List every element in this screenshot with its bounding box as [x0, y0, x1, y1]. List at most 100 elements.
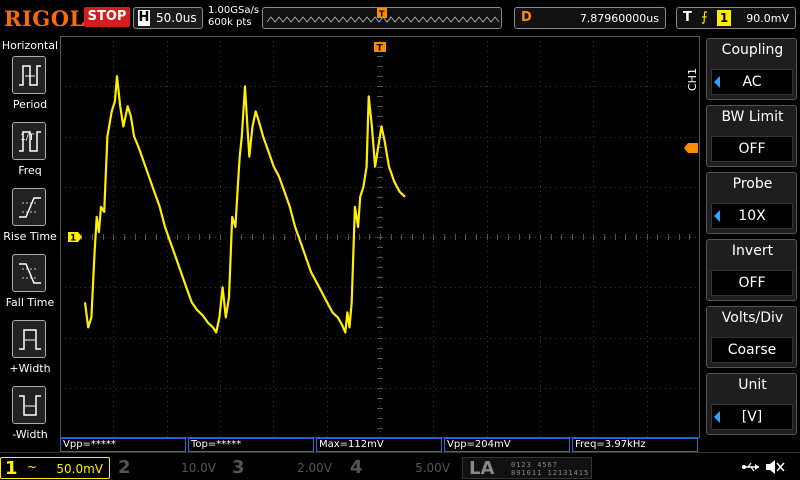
bw-limit-title: BW Limit: [721, 109, 784, 125]
select-arrow-icon: [714, 210, 720, 222]
svg-text:T: T: [379, 10, 385, 19]
trigger-box[interactable]: T ⨍ 1 90.0mV: [676, 7, 796, 29]
memory-trigger-marker-icon: T: [377, 8, 387, 19]
run-stop-status[interactable]: STOP: [84, 7, 130, 27]
bw-limit-menu-item[interactable]: BW Limit OFF: [706, 105, 797, 167]
coupling-value-text: AC: [742, 74, 762, 90]
rising-edge-icon: ⨍: [701, 10, 708, 25]
channel-scale: 10.0V: [181, 461, 216, 475]
trigger-level-marker-icon[interactable]: [684, 143, 698, 153]
freq-label: Freq: [18, 164, 42, 177]
timebase-value: 50.0us: [156, 11, 197, 25]
brand-logo: RIGOL: [4, 6, 85, 31]
channel-number: 1: [5, 458, 18, 479]
ch1-offset-marker-icon[interactable]: 1: [68, 232, 82, 244]
channel-number: 2: [118, 457, 131, 478]
unit-value-text: [V]: [741, 409, 763, 425]
channel-1-status[interactable]: 1 ~ 50.0mV: [0, 457, 110, 479]
trigger-position-label: T: [377, 44, 384, 54]
acquisition-info: 1.00GSa/s 600k pts: [208, 5, 259, 29]
measure-freq-button[interactable]: 1/T Freq: [0, 122, 60, 182]
channel-4-status[interactable]: 4 5.00V: [346, 457, 456, 479]
invert-menu-item[interactable]: Invert OFF: [706, 239, 797, 301]
volts-div-title: Volts/Div: [721, 310, 784, 326]
ac-coupling-icon: ~: [27, 460, 38, 474]
coupling-value: AC: [711, 69, 793, 95]
channel-scale: 2.00V: [297, 461, 332, 475]
probe-title: Probe: [732, 176, 773, 192]
rise-time-label: Rise Time: [3, 230, 57, 243]
delay-value: 7.87960000us: [579, 12, 659, 25]
trigger-level: 90.0mV: [746, 12, 789, 25]
horizontal-measure-menu: Horizontal Period 1/T Freq Rise Time Fal…: [0, 36, 60, 450]
probe-value-text: 10X: [738, 208, 766, 224]
bw-limit-value: OFF: [711, 136, 793, 162]
channel-3-status[interactable]: 3 2.00V: [228, 457, 338, 479]
memory-depth: 600k pts: [208, 17, 252, 28]
speaker-muted-icon[interactable]: [764, 459, 786, 475]
neg-width-label: -Width: [12, 428, 48, 441]
horizontal-label: H: [138, 10, 150, 26]
la-label: LA: [469, 458, 495, 479]
logic-analyzer-status[interactable]: LA 0123 4567 891011 12131415: [462, 457, 592, 479]
la-bits-row: 891011 12131415: [511, 469, 590, 477]
measure-rise-time-button[interactable]: Rise Time: [0, 188, 60, 248]
trigger-position-marker-icon[interactable]: T: [374, 42, 386, 54]
channel-menu-tab: CH1: [686, 68, 699, 92]
measure-pos-width-button[interactable]: +Width: [0, 320, 60, 380]
measure-period-button[interactable]: Period: [0, 56, 60, 116]
la-bits-row: 0123 4567: [511, 461, 558, 469]
usb-icon: [742, 462, 759, 472]
pos-width-label: +Width: [9, 362, 51, 375]
channel-scale: 5.00V: [415, 461, 450, 475]
coupling-title: Coupling: [721, 42, 784, 58]
left-menu-title: Horizontal: [1, 39, 59, 52]
horizontal-timebase-box[interactable]: H 50.0us: [133, 7, 203, 29]
measure-neg-width-button[interactable]: -Width: [0, 386, 60, 446]
rise-time-icon: [12, 188, 46, 226]
trigger-label: T: [683, 10, 692, 25]
pos-width-icon: [12, 320, 46, 358]
channel-settings-menu: Coupling AC BW Limit OFF Probe 10X Inver…: [703, 36, 800, 438]
channel-number: 3: [232, 457, 245, 478]
memory-overview-bar[interactable]: T: [262, 7, 502, 29]
top-status-bar: RIGOL STOP H 50.0us 1.00GSa/s 600k pts T…: [0, 0, 800, 36]
measurement-item[interactable]: Vpp=204mV: [444, 438, 570, 452]
measurement-bar: Vpp=***** Top=***** Max=112mV Vpp=204mV …: [60, 438, 700, 452]
trigger-delay-box[interactable]: D 7.87960000us: [514, 7, 666, 29]
measurement-item[interactable]: Max=112mV: [316, 438, 442, 452]
volts-div-value: Coarse: [711, 337, 793, 363]
ch1-waveform-trace: [83, 75, 406, 334]
probe-menu-item[interactable]: Probe 10X: [706, 172, 797, 234]
delay-label: D: [521, 10, 532, 25]
svg-text:1/T: 1/T: [20, 133, 35, 143]
measurement-item[interactable]: Freq=3.97kHz: [572, 438, 698, 452]
period-icon: [12, 56, 46, 94]
select-arrow-icon: [714, 411, 720, 423]
unit-menu-item[interactable]: Unit [V]: [706, 373, 797, 435]
unit-title: Unit: [738, 377, 767, 393]
invert-title: Invert: [731, 243, 774, 259]
la-bit-indicators: 0123 4567 891011 12131415: [511, 461, 589, 477]
channel-2-status[interactable]: 2 10.0V: [114, 457, 222, 479]
probe-value: 10X: [711, 203, 793, 229]
grid-lines: [60, 36, 700, 438]
channel-scale: 50.0mV: [56, 462, 103, 476]
channel-status-bar: 1 ~ 50.0mV 2 10.0V 3 2.00V 4 5.00V LA 01…: [0, 452, 800, 480]
select-arrow-icon: [714, 76, 720, 88]
measurement-item[interactable]: Vpp=*****: [60, 438, 186, 452]
sample-rate: 1.00GSa/s: [208, 5, 260, 16]
fall-time-icon: [12, 254, 46, 292]
ch1-offset-label: 1: [70, 234, 76, 244]
volts-div-menu-item[interactable]: Volts/Div Coarse: [706, 306, 797, 368]
fall-time-label: Fall Time: [5, 296, 55, 309]
coupling-menu-item[interactable]: Coupling AC: [706, 38, 797, 100]
invert-value: OFF: [711, 270, 793, 296]
channel-number: 4: [350, 457, 363, 478]
waveform-display[interactable]: T 1: [60, 36, 700, 438]
measurement-item[interactable]: Top=*****: [188, 438, 314, 452]
neg-width-icon: [12, 386, 46, 424]
measure-fall-time-button[interactable]: Fall Time: [0, 254, 60, 314]
freq-icon: 1/T: [12, 122, 46, 160]
unit-value: [V]: [711, 404, 793, 430]
